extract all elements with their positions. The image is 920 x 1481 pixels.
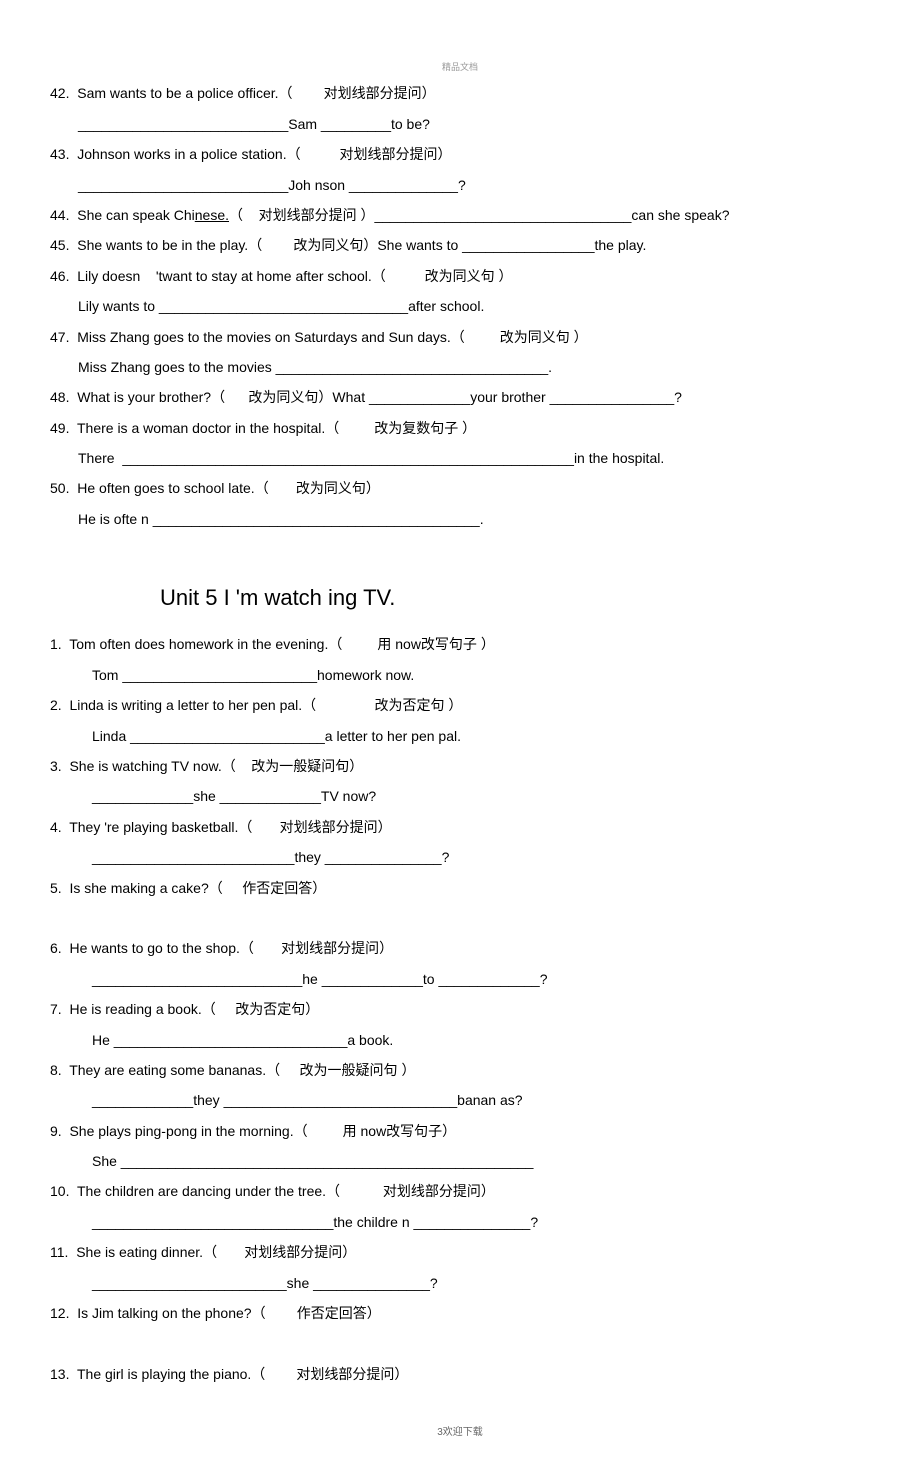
exercise-line: 8. They are eating some bananas.（ 改为一般疑问…: [50, 1059, 870, 1081]
footer-text: 欢迎下载: [443, 1427, 483, 1438]
exercise-line: 5. Is she making a cake?（ 作否定回答）: [50, 877, 870, 899]
exercise-line: 43. Johnson works in a police station.（ …: [50, 143, 870, 165]
exercise-line: [50, 907, 870, 929]
exercise-line: Miss Zhang goes to the movies __________…: [50, 356, 870, 378]
exercise-line: 44. She can speak Chinese.（ 对划线部分提问 ）___…: [50, 204, 870, 226]
bottom-section: 1. Tom often does homework in the evenin…: [50, 633, 870, 1385]
exercise-line: 13. The girl is playing the piano.（ 对划线部…: [50, 1363, 870, 1385]
exercise-line: ___________________________he __________…: [50, 968, 870, 990]
page-footer: 3欢迎下载: [50, 1425, 870, 1441]
exercise-line: _____________they ______________________…: [50, 1089, 870, 1111]
exercise-line: 45. She wants to be in the play.（ 改为同义句）…: [50, 234, 870, 256]
exercise-line: 1. Tom often does homework in the evenin…: [50, 633, 870, 655]
header-tag: 精品文档: [50, 60, 870, 74]
exercise-line: 11. She is eating dinner.（ 对划线部分提问）: [50, 1241, 870, 1263]
exercise-line: 3. She is watching TV now.（ 改为一般疑问句）: [50, 755, 870, 777]
exercise-line: _____________she _____________TV now?: [50, 785, 870, 807]
exercise-line: _________________________she ___________…: [50, 1272, 870, 1294]
exercise-line: She ____________________________________…: [50, 1150, 870, 1172]
exercise-line: 2. Linda is writing a letter to her pen …: [50, 694, 870, 716]
exercise-line: There __________________________________…: [50, 447, 870, 469]
exercise-line: 49. There is a woman doctor in the hospi…: [50, 417, 870, 439]
exercise-line: Tom _________________________homework no…: [50, 664, 870, 686]
exercise-line: 50. He often goes to school late.（ 改为同义句…: [50, 477, 870, 499]
exercise-line: [50, 1332, 870, 1354]
exercise-line: _______________________________the child…: [50, 1211, 870, 1233]
exercise-line: 9. She plays ping-pong in the morning.（ …: [50, 1120, 870, 1142]
exercise-line: 46. Lily doesn 'twant to stay at home af…: [50, 265, 870, 287]
exercise-line: 6. He wants to go to the shop.（ 对划线部分提问）: [50, 937, 870, 959]
exercise-line: 47. Miss Zhang goes to the movies on Sat…: [50, 326, 870, 348]
exercise-line: 42. Sam wants to be a police officer.（ 对…: [50, 82, 870, 104]
exercise-line: 12. Is Jim talking on the phone?（ 作否定回答）: [50, 1302, 870, 1324]
exercise-line: He ______________________________a book.: [50, 1029, 870, 1051]
exercise-line: 48. What is your brother?（ 改为同义句）What __…: [50, 386, 870, 408]
unit-title: Unit 5 I 'm watch ing TV.: [50, 580, 870, 615]
exercise-line: He is ofte n ___________________________…: [50, 508, 870, 530]
exercise-line: 10. The children are dancing under the t…: [50, 1180, 870, 1202]
exercise-line: 4. They 're playing basketball.（ 对划线部分提问…: [50, 816, 870, 838]
top-section: 42. Sam wants to be a police officer.（ 对…: [50, 82, 870, 530]
exercise-line: __________________________they _________…: [50, 846, 870, 868]
exercise-line: ___________________________Sam _________…: [50, 113, 870, 135]
exercise-line: Linda _________________________a letter …: [50, 725, 870, 747]
exercise-line: Lily wants to __________________________…: [50, 295, 870, 317]
exercise-line: 7. He is reading a book.（ 改为否定句）: [50, 998, 870, 1020]
exercise-line: ___________________________Joh nson ____…: [50, 174, 870, 196]
